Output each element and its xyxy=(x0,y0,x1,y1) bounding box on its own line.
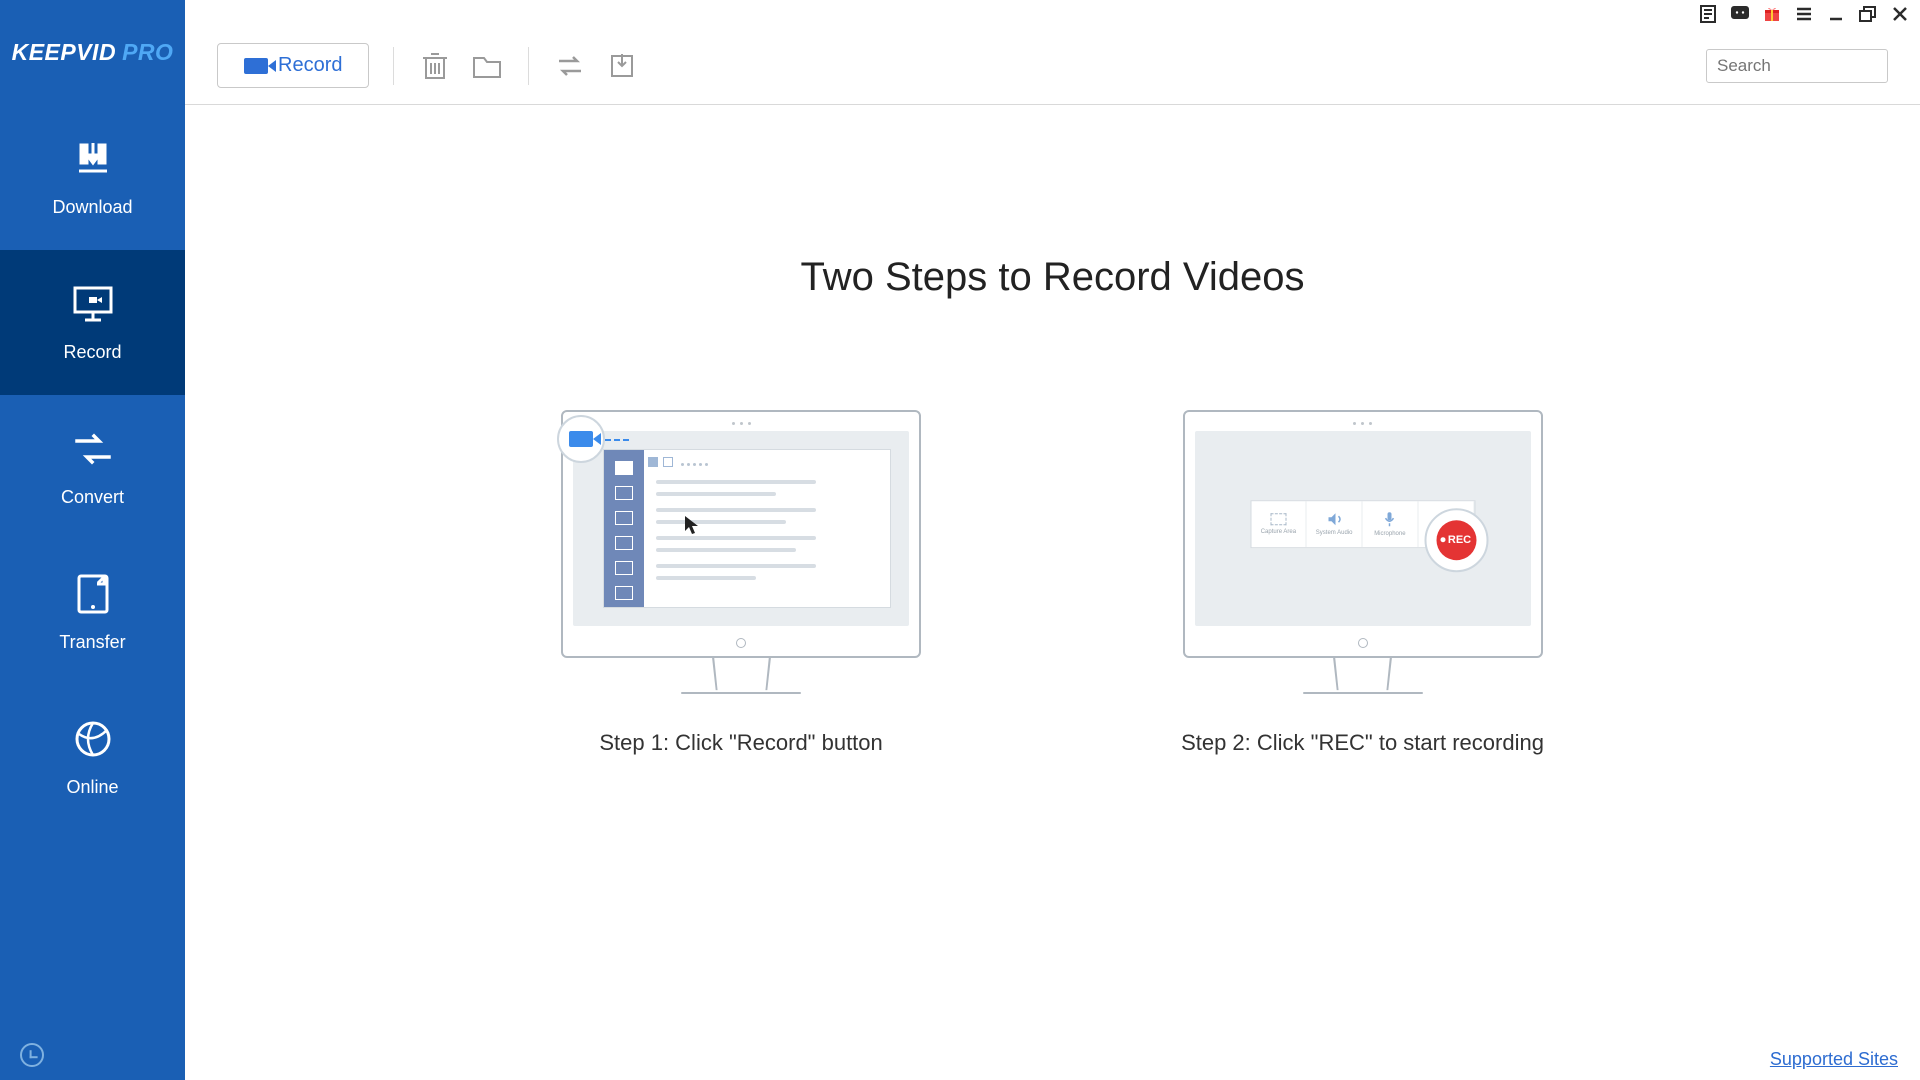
menu-icon[interactable] xyxy=(1794,4,1814,24)
logo-text-b: PRO xyxy=(122,39,173,66)
sidebar-footer xyxy=(0,1030,185,1080)
separator xyxy=(528,47,529,85)
main-area: Record Two Steps to Record Videos xyxy=(185,0,1920,1080)
camera-icon xyxy=(244,58,268,74)
cursor-icon xyxy=(684,515,700,535)
rec-bubble-icon: REC xyxy=(1424,508,1488,572)
sidebar-item-label: Transfer xyxy=(59,632,125,653)
sidebar-item-label: Record xyxy=(63,342,121,363)
sidebar-item-label: Download xyxy=(52,197,132,218)
transfer-icon xyxy=(71,572,115,616)
logo-text-a: KEEPVID xyxy=(12,39,116,66)
content: Two Steps to Record Videos xyxy=(185,105,1920,1080)
gift-icon[interactable] xyxy=(1762,4,1782,24)
notes-icon[interactable] xyxy=(1698,4,1718,24)
import-icon[interactable] xyxy=(605,49,639,83)
online-icon xyxy=(71,717,115,761)
minimize-icon[interactable] xyxy=(1826,4,1846,24)
sidebar-item-transfer[interactable]: Transfer xyxy=(0,540,185,685)
sidebar: KEEPVID PRO Download Record Convert Tran… xyxy=(0,0,185,1080)
sidebar-item-convert[interactable]: Convert xyxy=(0,395,185,540)
steps-row: Step 1: Click "Record" button Capture Ar… xyxy=(185,410,1920,756)
folder-icon[interactable] xyxy=(470,49,504,83)
step2-caption: Step 2: Click "REC" to start recording xyxy=(1181,730,1544,756)
convert-icon xyxy=(71,427,115,471)
sidebar-item-download[interactable]: Download xyxy=(0,105,185,250)
download-icon xyxy=(71,137,115,181)
delete-icon[interactable] xyxy=(418,49,452,83)
step-1: Step 1: Click "Record" button xyxy=(561,410,921,756)
titlebar xyxy=(185,0,1920,27)
supported-sites-link[interactable]: Supported Sites xyxy=(1770,1049,1898,1070)
separator xyxy=(393,47,394,85)
page-title: Two Steps to Record Videos xyxy=(185,255,1920,300)
record-button[interactable]: Record xyxy=(217,43,369,88)
loop-icon[interactable] xyxy=(553,49,587,83)
chat-icon[interactable] xyxy=(1730,4,1750,24)
close-icon[interactable] xyxy=(1890,4,1910,24)
toolbar: Record xyxy=(185,27,1920,105)
camera-bubble-icon xyxy=(557,415,605,463)
clock-icon[interactable] xyxy=(20,1043,44,1067)
step2-illustration: Capture Area System Audio Microphone Rec… xyxy=(1183,410,1543,694)
sidebar-item-record[interactable]: Record xyxy=(0,250,185,395)
sidebar-item-online[interactable]: Online xyxy=(0,685,185,830)
step1-illustration xyxy=(561,410,921,694)
step-2: Capture Area System Audio Microphone Rec… xyxy=(1181,410,1544,756)
step1-caption: Step 1: Click "Record" button xyxy=(599,730,882,756)
sidebar-item-label: Online xyxy=(66,777,118,798)
maximize-icon[interactable] xyxy=(1858,4,1878,24)
sidebar-item-label: Convert xyxy=(61,487,124,508)
app-logo: KEEPVID PRO xyxy=(0,0,185,105)
record-button-label: Record xyxy=(278,54,342,77)
search-input[interactable] xyxy=(1706,49,1888,83)
record-icon xyxy=(71,282,115,326)
